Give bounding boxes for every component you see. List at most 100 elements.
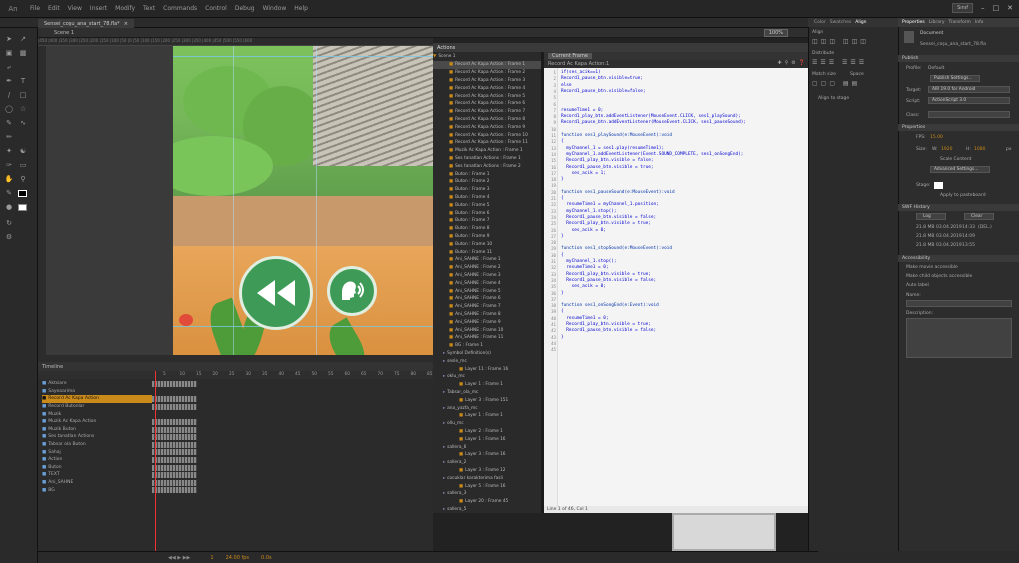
tree-item[interactable]: ■ Buton : Frame 6 <box>433 209 541 217</box>
tree-item[interactable]: ■ Layer 3 : Frame 16 <box>433 451 541 459</box>
tree-root[interactable]: ▼ Scene 1 <box>433 53 541 61</box>
code-line[interactable]: Record1_play_btn.visible = true; <box>561 272 651 278</box>
code-line[interactable]: resumeTime1 = 0; <box>561 316 608 322</box>
tree-item[interactable]: ■ Record Ac Kapa Action : Frame 11 <box>433 139 541 147</box>
scale-content-checkbox[interactable]: Scale Content <box>940 157 971 162</box>
layer-frames[interactable] <box>152 433 433 441</box>
keyframe-span[interactable] <box>152 419 197 425</box>
tree-item[interactable]: ■ Ses tanatlan Actions : Frame 2 <box>433 162 541 170</box>
keyframe-span[interactable] <box>152 403 197 410</box>
menu-item-view[interactable]: View <box>64 5 86 12</box>
menu-item-window[interactable]: Window <box>259 5 291 12</box>
code-line[interactable]: function ses1_playSound(e:MouseEvent):vo… <box>561 133 672 139</box>
timeline-layer[interactable]: ■ Muzik <box>42 410 152 418</box>
tree-item[interactable]: ▸ ana_yazfa_mc <box>433 404 541 412</box>
code-line[interactable]: Record1_play_btn.visible = true; <box>561 221 651 227</box>
timeline-layer[interactable]: ■ Record Butonlar <box>42 403 152 411</box>
layer-frames[interactable] <box>152 464 433 472</box>
tree-item[interactable]: ■ Ani_SAHNE : Frame 8 <box>433 311 541 319</box>
tree-item[interactable]: ■ Record Ac Kapa Action : Frame 7 <box>433 108 541 116</box>
height-value[interactable]: 1080 <box>974 147 985 152</box>
timeline-layer[interactable]: ■ TEXT <box>42 471 152 479</box>
accessibility-section[interactable]: Accessibility <box>898 255 1019 262</box>
timeline-layer[interactable]: ■ Ani_SAHNE <box>42 479 152 487</box>
pen-tool-icon[interactable]: ✒ <box>4 76 14 86</box>
subselection-tool-icon[interactable]: ↗ <box>18 34 28 44</box>
fps-display[interactable]: 24.00 fps <box>226 555 249 561</box>
tree-item[interactable]: ■ Ani_SAHNE : Frame 3 <box>433 272 541 280</box>
layer-frames[interactable] <box>152 486 433 494</box>
layer-frames[interactable] <box>152 388 433 396</box>
code-line[interactable]: ses_acik = 1; <box>561 171 606 177</box>
tree-item[interactable]: ■ Layer 2 : Frame 1 <box>433 428 541 436</box>
text-tool-icon[interactable]: T <box>18 76 28 86</box>
tree-item[interactable]: ■ Ani_SAHNE : Frame 1 <box>433 256 541 264</box>
playhead[interactable] <box>155 371 156 551</box>
layer-frames[interactable] <box>152 456 433 464</box>
menu-item-file[interactable]: File <box>26 5 44 12</box>
timeline-layer[interactable]: ■ Buton <box>42 464 152 472</box>
zoom-select[interactable]: 100% <box>763 28 788 37</box>
code-line[interactable]: } <box>561 291 564 297</box>
make-child-accessible-checkbox[interactable]: Make child objects accessible <box>906 274 972 279</box>
tree-item[interactable]: ▸ Symbol Definition(s) <box>433 350 541 358</box>
snap-icon[interactable]: ↻ <box>4 218 14 228</box>
line-tool-icon[interactable]: / <box>4 90 14 100</box>
tree-item[interactable]: ■ Layer 3 : Frame 151 <box>433 396 541 404</box>
code-editor[interactable]: 1 if(ses_acik==1) 2 Record1_pause_btn.visib… <box>544 68 818 506</box>
stage-canvas[interactable] <box>173 46 433 360</box>
code-line[interactable]: Record1_play_btn.visible = false; <box>561 158 653 164</box>
keyframe-span[interactable] <box>152 449 197 456</box>
stroke-color-icon[interactable]: ✎ <box>4 188 14 198</box>
publish-section[interactable]: Publish <box>898 55 1019 62</box>
keyframe-span[interactable] <box>152 434 197 441</box>
options-icon[interactable]: ⚙ <box>4 232 14 242</box>
keyframe-span[interactable] <box>152 381 197 387</box>
tab-color[interactable]: Color <box>814 20 826 25</box>
tab-properties[interactable]: Properties <box>902 20 925 25</box>
layer-frames[interactable] <box>152 418 433 426</box>
rewind-button[interactable] <box>239 256 313 330</box>
tree-item[interactable]: ■ Ani_SAHNE : Frame 11 <box>433 334 541 342</box>
code-line[interactable]: ses_acik = 0; <box>561 228 606 234</box>
tree-item[interactable]: ■ Record Ac Kapa Action : Frame 10 <box>433 131 541 139</box>
timeline-layer[interactable]: ■ Aktsiare <box>42 380 152 388</box>
auto-label-checkbox[interactable]: Auto label <box>906 283 929 288</box>
tree-item[interactable]: ■ Record Ac Kapa Action : Frame 9 <box>433 123 541 131</box>
code-line[interactable]: Record1_pause_btn.visible = true; <box>561 165 653 171</box>
hand-tool-icon[interactable]: ✋ <box>4 174 14 184</box>
align-to-stage-checkbox[interactable]: Align to stage <box>818 96 849 101</box>
target-select[interactable]: AIR 19.0 for Android <box>928 86 1010 93</box>
tree-item[interactable]: ■ Buton : Frame 3 <box>433 186 541 194</box>
scene-label[interactable]: Scene 1 <box>54 30 74 36</box>
timeline-layer[interactable]: ■ Sayeaarima <box>42 388 152 396</box>
layer-frames[interactable] <box>152 471 433 479</box>
code-line[interactable]: } <box>561 234 564 240</box>
publish-settings-button[interactable]: Publish Settings... <box>930 75 980 82</box>
code-line[interactable]: resumeTime1 = myChannel_1.position; <box>561 202 659 208</box>
keyframe-span[interactable] <box>152 487 197 494</box>
code-line[interactable]: function ses1_pauseSound(e:MouseEvent):v… <box>561 190 675 196</box>
layer-frames[interactable] <box>152 441 433 449</box>
tree-item[interactable]: ■ Record Ac Kapa Action : Frame 4 <box>433 84 541 92</box>
stroke-color-swatch[interactable] <box>18 190 27 197</box>
stage-color-swatch[interactable] <box>934 182 943 189</box>
log-button[interactable]: Log <box>916 213 946 220</box>
tree-item[interactable]: ■ Ani_SAHNE : Frame 9 <box>433 318 541 326</box>
layer-frames[interactable] <box>152 479 433 487</box>
layer-frames[interactable] <box>152 403 433 411</box>
oval-tool-icon[interactable]: ◯ <box>4 104 14 114</box>
code-line[interactable]: { <box>561 253 564 259</box>
code-line[interactable]: else <box>561 83 572 89</box>
properties-section[interactable]: Properties <box>898 124 1019 131</box>
tree-item[interactable]: ▸ oklu_mc <box>433 373 541 381</box>
menu-item-debug[interactable]: Debug <box>231 5 259 12</box>
paint-bucket-icon[interactable]: ☯ <box>18 146 28 156</box>
advanced-settings-button[interactable]: Advanced Settings... <box>930 166 990 173</box>
tree-item[interactable]: ■ Layer 1 : Frame 16 <box>433 435 541 443</box>
tree-item[interactable]: ■ Record Ac Kapa Action : Frame 3 <box>433 77 541 85</box>
tab-library[interactable]: Library <box>929 20 945 25</box>
tree-item[interactable]: ■ Buton : Frame 2 <box>433 178 541 186</box>
tree-item[interactable]: ■ Buton : Frame 7 <box>433 217 541 225</box>
clear-button[interactable]: Clear <box>964 213 994 220</box>
